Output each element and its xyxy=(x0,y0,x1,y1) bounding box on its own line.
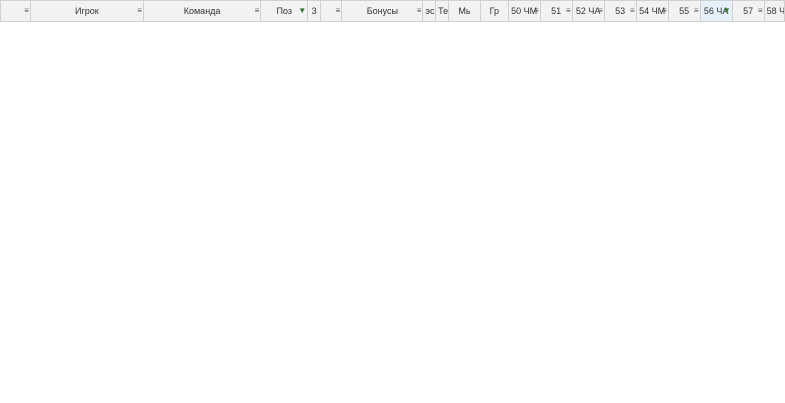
column-header[interactable]: 3 xyxy=(307,0,321,22)
column-header-label: эс xyxy=(425,6,435,17)
column-header[interactable]: 57 ≡ xyxy=(731,0,765,22)
filter-dropdown-icon[interactable]: ≡ xyxy=(417,6,422,16)
filter-active-icon[interactable]: ▼ xyxy=(298,6,306,16)
column-header[interactable]: Гр xyxy=(479,0,509,22)
filter-dropdown-icon[interactable]: ≡ xyxy=(336,6,341,16)
column-header[interactable]: 54 ЧМ ≡ xyxy=(635,0,669,22)
spreadsheet: ≡ Игрок ≡ Команда ≡ Поз ▼ 3 ≡ Бонусы ≡ эс Те Мь Гр 50 Ч… xyxy=(0,0,785,22)
column-header-label: Гр xyxy=(489,6,499,17)
filter-dropdown-icon[interactable]: ≡ xyxy=(255,6,260,16)
column-header[interactable]: Те xyxy=(435,0,449,22)
column-header[interactable]: 56 ЧА ▼ xyxy=(699,0,733,22)
filter-dropdown-icon[interactable]: ≡ xyxy=(758,6,763,16)
column-header-label: Команда xyxy=(183,6,221,17)
filter-dropdown-icon[interactable]: ≡ xyxy=(662,6,667,16)
column-header[interactable]: 53 ≡ xyxy=(603,0,637,22)
column-header[interactable]: 55 ≡ xyxy=(667,0,701,22)
column-header-label: Бонусы xyxy=(366,6,398,17)
filter-dropdown-icon[interactable]: ≡ xyxy=(566,6,571,16)
filter-active-icon[interactable]: ▼ xyxy=(723,6,731,16)
column-header-label: Поз xyxy=(276,6,292,17)
column-header-label: 53 xyxy=(615,6,626,17)
column-header-label: Игрок xyxy=(75,6,99,17)
column-header[interactable]: 58 ЧМ xyxy=(763,0,785,22)
column-header[interactable]: 51 ≡ xyxy=(539,0,573,22)
column-header-label: Те xyxy=(438,6,449,17)
filter-dropdown-icon[interactable]: ≡ xyxy=(630,6,635,16)
column-header-label: Мь xyxy=(458,6,471,17)
column-header-label: 51 xyxy=(551,6,562,17)
column-header[interactable]: ≡ xyxy=(0,0,31,22)
column-header[interactable]: 50 ЧМ ≡ xyxy=(507,0,541,22)
column-header-label: 58 ЧМ xyxy=(766,6,784,17)
column-header-label: 57 xyxy=(743,6,754,17)
filter-dropdown-icon[interactable]: ≡ xyxy=(694,6,699,16)
header-row: ≡ Игрок ≡ Команда ≡ Поз ▼ 3 ≡ Бонусы ≡ эс Те Мь Гр 50 Ч… xyxy=(0,0,785,22)
column-header-label: 52 ЧА xyxy=(575,6,601,17)
column-header[interactable]: Бонусы ≡ xyxy=(341,0,424,22)
column-header[interactable]: Мь xyxy=(447,0,481,22)
column-header[interactable]: Поз ▼ xyxy=(260,0,309,22)
column-header-label: 55 xyxy=(679,6,690,17)
filter-dropdown-icon[interactable]: ≡ xyxy=(534,6,539,16)
column-header-label: 3 xyxy=(311,6,317,17)
column-header[interactable]: 52 ЧА ≡ xyxy=(571,0,605,22)
column-header[interactable]: Игрок ≡ xyxy=(29,0,144,22)
filter-dropdown-icon[interactable]: ≡ xyxy=(137,6,142,16)
filter-dropdown-icon[interactable]: ≡ xyxy=(598,6,603,16)
column-header[interactable]: ≡ xyxy=(319,0,343,22)
column-header[interactable]: эс xyxy=(422,0,437,22)
column-header[interactable]: Команда ≡ xyxy=(142,0,262,22)
filter-dropdown-icon[interactable]: ≡ xyxy=(24,6,29,16)
